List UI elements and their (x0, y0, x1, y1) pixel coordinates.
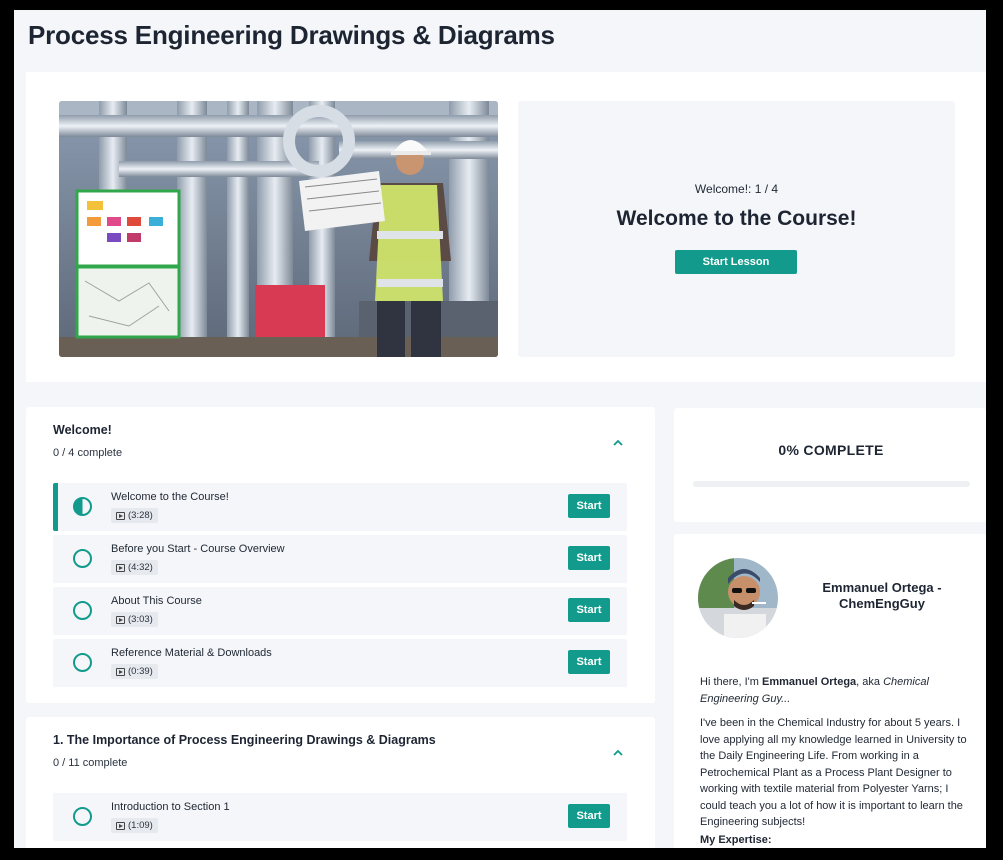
lesson-duration: (0:39) (111, 664, 158, 679)
video-icon (116, 511, 125, 520)
start-button[interactable]: Start (568, 546, 610, 570)
author-avatar (698, 558, 778, 638)
half-progress-icon (73, 497, 92, 516)
author-photo (698, 558, 778, 638)
incomplete-circle-icon (73, 807, 92, 826)
section-progress-label: Welcome!: 1 / 4 (694, 182, 779, 196)
incomplete-circle-icon (73, 549, 92, 568)
start-button[interactable]: Start (568, 598, 610, 622)
section-title: Welcome! (53, 423, 112, 437)
video-icon (116, 667, 125, 676)
course-progress-card: 0% COMPLETE (674, 408, 986, 522)
lesson-row[interactable]: About This Course (3:03) Start (53, 587, 627, 635)
section-completion-count: 0 / 11 complete (53, 757, 128, 769)
course-cover-image (59, 101, 498, 357)
lesson-duration: (1:09) (111, 818, 158, 833)
welcome-card: Welcome!: 1 / 4 Welcome to the Course! S… (518, 101, 955, 357)
expertise-heading: My Expertise: (700, 834, 772, 846)
author-name: Emmanuel Ortega - ChemEngGuy (822, 580, 942, 611)
lesson-row[interactable]: Before you Start - Course Overview (4:32… (53, 535, 627, 583)
current-lesson-title: Welcome to the Course! (616, 207, 857, 230)
author-bio: I've been in the Chemical Industry for a… (700, 717, 967, 828)
start-lesson-button[interactable]: Start Lesson (675, 250, 797, 274)
lesson-duration: (3:03) (111, 612, 158, 627)
lesson-title: Introduction to Section 1 (111, 801, 230, 813)
author-intro: Hi there, I'm Emmanuel Ortega, aka Chemi… (700, 676, 929, 705)
video-icon (116, 615, 125, 624)
page-title: Process Engineering Drawings & Diagrams (28, 20, 555, 50)
lesson-duration: (4:32) (111, 560, 158, 575)
lesson-title: About This Course (111, 595, 202, 607)
incomplete-circle-icon (73, 601, 92, 620)
section-completion-count: 0 / 4 complete (53, 447, 123, 459)
chevron-up-icon[interactable] (611, 436, 625, 450)
course-page: Process Engineering Drawings & Diagrams (14, 10, 986, 848)
start-button[interactable]: Start (568, 494, 610, 518)
video-icon (116, 821, 125, 830)
lesson-title: Before you Start - Course Overview (111, 543, 285, 555)
lesson-row[interactable]: Reference Material & Downloads (0:39) St… (53, 639, 627, 687)
author-card: Emmanuel Ortega - ChemEngGuy Hi there, I… (674, 534, 986, 848)
lesson-row[interactable]: Welcome to the Course! (3:28) Start (53, 483, 627, 531)
video-icon (116, 563, 125, 572)
chevron-up-icon[interactable] (611, 746, 625, 760)
progress-label: 0% COMPLETE (778, 442, 884, 458)
lesson-title: Welcome to the Course! (111, 491, 229, 503)
section-title: 1. The Importance of Process Engineering… (53, 733, 436, 747)
start-button[interactable]: Start (568, 650, 610, 674)
section-welcome: Welcome! 0 / 4 complete Welcome to the C… (26, 407, 655, 703)
progress-bar (693, 481, 970, 487)
incomplete-circle-icon (73, 653, 92, 672)
start-button[interactable]: Start (568, 804, 610, 828)
lesson-title: Reference Material & Downloads (111, 647, 272, 659)
section-importance: 1. The Importance of Process Engineering… (26, 717, 655, 848)
lesson-duration: (3:28) (111, 508, 158, 523)
hero-panel: Welcome!: 1 / 4 Welcome to the Course! S… (26, 72, 986, 382)
industrial-plant-illustration (59, 101, 498, 357)
lesson-row[interactable]: Introduction to Section 1 (1:09) Start (53, 793, 627, 841)
